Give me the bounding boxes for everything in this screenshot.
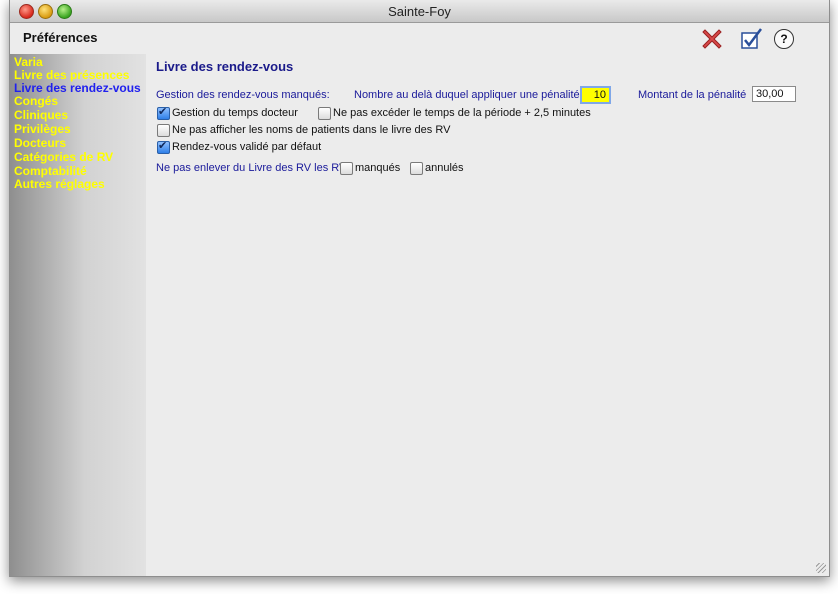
- sidebar-item-docteurs[interactable]: Docteurs: [14, 137, 66, 150]
- validated-default-checkbox[interactable]: [157, 139, 170, 154]
- penalty-amount-label: Montant de la pénalité: [638, 89, 747, 101]
- sidebar-item-privileges[interactable]: Privilèges: [14, 123, 71, 136]
- no-exceed-label: Ne pas excéder le temps de la période + …: [333, 107, 591, 119]
- red-x-icon: [702, 29, 722, 49]
- keep-in-book-label: Ne pas enlever du Livre des RV les RV: [156, 162, 347, 174]
- hide-patient-names-checkbox[interactable]: [157, 124, 170, 137]
- checkbox-check-icon: [741, 28, 762, 49]
- window-title: Sainte-Foy: [388, 4, 451, 19]
- hide-patient-names-label: Ne pas afficher les noms de patients dan…: [172, 124, 451, 136]
- keep-cancelled-checkbox[interactable]: [410, 162, 423, 175]
- keep-missed-label: manqués: [355, 162, 401, 174]
- sidebar: Varia Livre des présences Livre des rend…: [10, 54, 146, 576]
- missed-appointments-label: Gestion des rendez-vous manqués:: [156, 89, 330, 101]
- keep-missed-checkbox[interactable]: [340, 162, 353, 175]
- sidebar-item-autres-reglages[interactable]: Autres réglages: [14, 178, 105, 191]
- cancel-button[interactable]: [699, 26, 725, 52]
- title-bar[interactable]: Sainte-Foy: [10, 0, 829, 23]
- no-exceed-checkbox[interactable]: [318, 107, 331, 120]
- keep-cancelled-label: annulés: [425, 162, 464, 174]
- penalty-threshold-label: Nombre au delà duquel appliquer une péna…: [354, 89, 580, 101]
- resize-grip[interactable]: [816, 563, 826, 573]
- penalty-threshold-field[interactable]: [580, 86, 611, 104]
- sidebar-item-cliniques[interactable]: Cliniques: [14, 109, 68, 122]
- question-icon: ?: [780, 32, 788, 46]
- header: Préférences ?: [10, 23, 829, 53]
- help-button[interactable]: ?: [774, 29, 794, 49]
- penalty-amount-field[interactable]: [752, 86, 796, 102]
- validated-default-label: Rendez-vous validé par défaut: [172, 141, 322, 153]
- main-panel: Livre des rendez-vous Gestion des rendez…: [146, 54, 829, 576]
- validate-button[interactable]: [739, 26, 765, 52]
- section-title: Livre des rendez-vous: [156, 59, 294, 74]
- sidebar-item-conges[interactable]: Congés: [14, 95, 58, 108]
- doctor-time-label: Gestion du temps docteur: [172, 107, 298, 119]
- sidebar-item-categories-rv[interactable]: Catégories de RV: [14, 151, 113, 164]
- page-title: Préférences: [23, 30, 98, 45]
- app-window: Sainte-Foy Préférences ? Varia Livre des…: [9, 0, 830, 577]
- doctor-time-checkbox[interactable]: [157, 105, 170, 120]
